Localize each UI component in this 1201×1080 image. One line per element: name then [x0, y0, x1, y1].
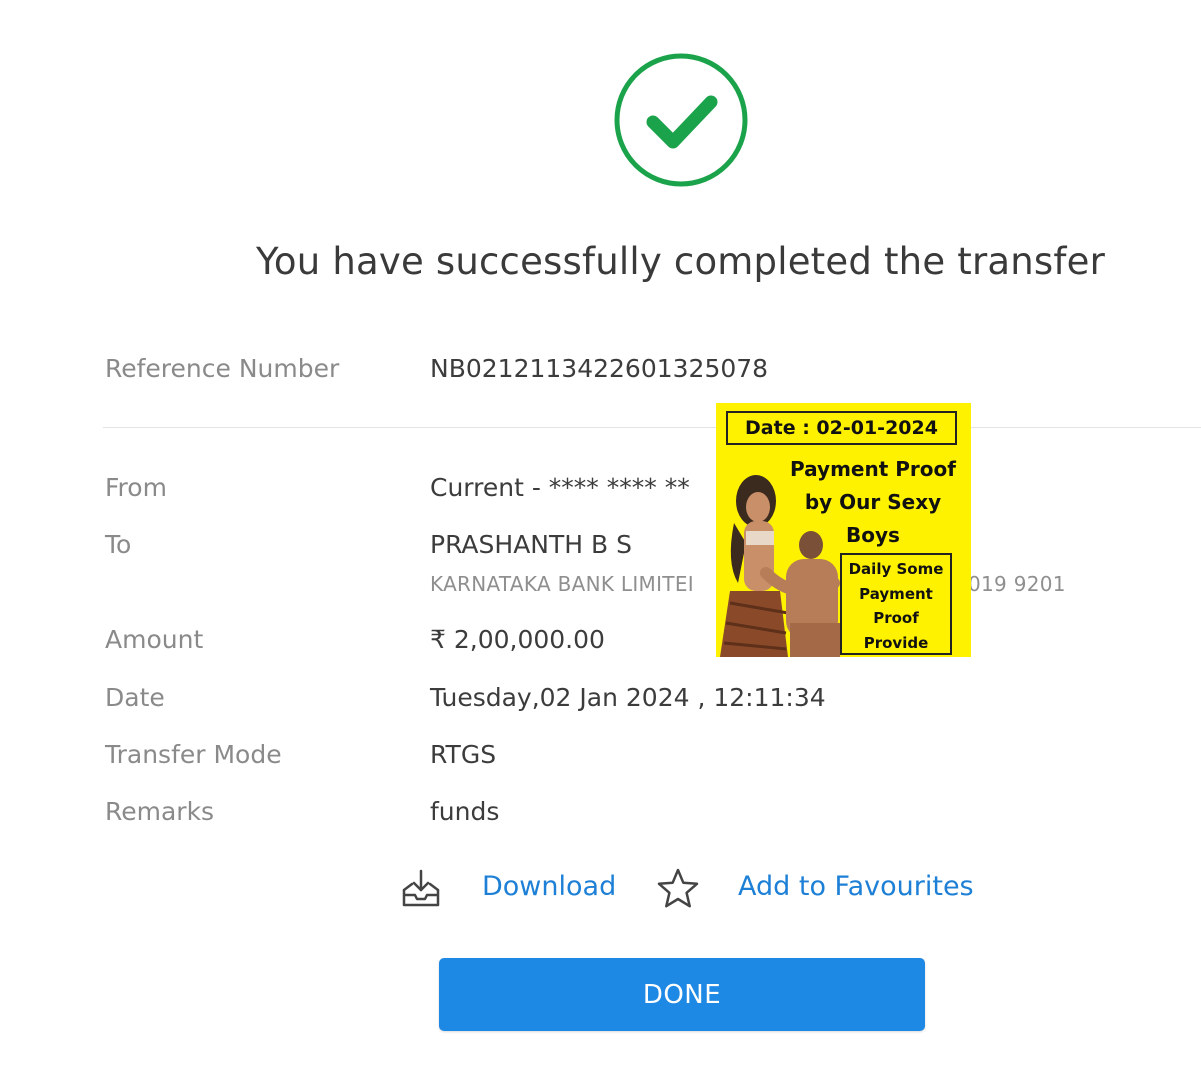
- promo-box-line: Provide: [863, 633, 929, 652]
- promo-info-box: Daily Some Payment Proof Provide: [840, 553, 952, 655]
- divider: [103, 427, 1201, 428]
- done-button[interactable]: DONE: [439, 958, 925, 1031]
- promo-box-line: Daily Some: [848, 560, 944, 578]
- amount-label: Amount: [105, 625, 204, 654]
- promo-title-line: Payment Proof: [790, 457, 956, 481]
- to-label: To: [105, 530, 132, 559]
- promo-title-line: Boys: [846, 523, 900, 547]
- star-outline-icon[interactable]: [657, 867, 699, 909]
- check-circle-icon: [614, 53, 748, 187]
- promo-title-line: by Our Sexy: [804, 490, 942, 514]
- to-bank-name: KARNATAKA BANK LIMITEI: [430, 572, 694, 596]
- download-link[interactable]: Download: [482, 871, 616, 902]
- amount-value: ₹ 2,00,000.00: [430, 625, 605, 654]
- from-value: Current - **** **** **: [430, 473, 690, 502]
- promo-box-line: Proof: [873, 609, 919, 627]
- from-label: From: [105, 473, 167, 502]
- reference-number-label: Reference Number: [105, 354, 340, 383]
- promo-title: Payment Proof by Our Sexy Boys: [778, 453, 968, 552]
- success-headline: You have successfully completed the tran…: [256, 240, 1105, 283]
- to-account-number: 019 9201: [968, 572, 1066, 596]
- date-value: Tuesday,02 Jan 2024 , 12:11:34: [430, 683, 826, 712]
- reference-number-value: NB0212113422601325078: [430, 354, 769, 383]
- transfer-mode-label: Transfer Mode: [105, 740, 282, 769]
- download-tray-icon[interactable]: [400, 868, 442, 910]
- promo-date: Date : 02-01-2024: [726, 411, 957, 445]
- add-to-favourites-link[interactable]: Add to Favourites: [738, 871, 974, 902]
- promo-banner: Date : 02-01-2024 Payment Proof by Our S…: [716, 403, 971, 657]
- promo-box-line: Payment: [859, 584, 933, 603]
- remarks-value: funds: [430, 797, 500, 826]
- remarks-label: Remarks: [105, 797, 215, 826]
- to-value: PRASHANTH B S: [430, 530, 632, 559]
- transfer-mode-value: RTGS: [430, 740, 497, 769]
- date-label: Date: [105, 683, 165, 712]
